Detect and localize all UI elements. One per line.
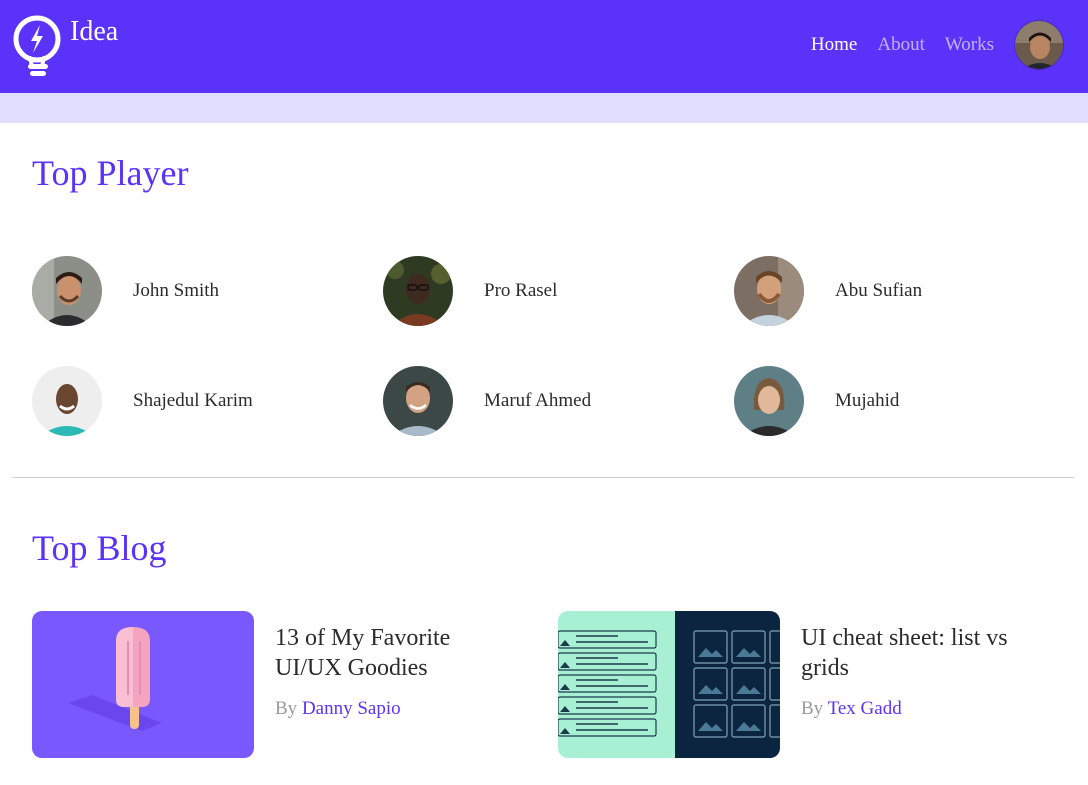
- blog-thumbnail[interactable]: [558, 611, 780, 758]
- user-avatar[interactable]: [1014, 20, 1064, 70]
- player-name: Maruf Ahmed: [484, 390, 592, 411]
- header-band: [0, 93, 1088, 123]
- blog-title[interactable]: 13 of My Favorite UI/UX Goodies: [275, 623, 515, 683]
- brand-name: Idea: [70, 16, 119, 47]
- player-name: Mujahid: [835, 390, 900, 411]
- nav-home-link[interactable]: Home: [811, 34, 857, 56]
- blog-thumbnail[interactable]: [32, 611, 254, 758]
- player-card[interactable]: John Smith: [32, 256, 219, 326]
- player-photo-icon: [383, 256, 453, 326]
- player-name: Abu Sufian: [835, 280, 923, 301]
- player-photo-icon: [734, 366, 804, 436]
- brand[interactable]: [12, 14, 62, 78]
- popsicle-illustration-icon: [32, 611, 254, 758]
- top-blog-heading: Top Blog: [32, 528, 167, 568]
- list-vs-grid-illustration-icon: [558, 611, 780, 758]
- blog-byline: By Tex Gadd: [801, 698, 902, 720]
- nav-about-link[interactable]: About: [877, 34, 925, 56]
- player-name: Shajedul Karim: [133, 390, 253, 411]
- player-avatar: [383, 256, 453, 326]
- player-photo-icon: [734, 256, 804, 326]
- player-card[interactable]: Pro Rasel: [383, 256, 557, 326]
- player-avatar: [383, 366, 453, 436]
- player-card[interactable]: Abu Sufian: [734, 256, 922, 326]
- player-avatar: [32, 366, 102, 436]
- player-name: John Smith: [133, 280, 220, 301]
- byline-label: By: [801, 698, 828, 719]
- lightbulb-logo-icon: [13, 15, 61, 76]
- player-avatar: [734, 366, 804, 436]
- main-nav: Home About Works: [811, 34, 994, 56]
- blog-byline: By Danny Sapio: [275, 698, 401, 720]
- player-photo-icon: [32, 366, 102, 436]
- player-avatar: [734, 256, 804, 326]
- player-card[interactable]: Shajedul Karim: [32, 366, 253, 436]
- blog-author-link[interactable]: Danny Sapio: [302, 698, 401, 719]
- blog-title[interactable]: UI cheat sheet: list vs grids: [801, 623, 1041, 683]
- player-photo-icon: [32, 256, 102, 326]
- section-divider: [12, 477, 1074, 478]
- player-photo-icon: [383, 366, 453, 436]
- byline-label: By: [275, 698, 302, 719]
- user-avatar-photo-icon: [1015, 21, 1063, 69]
- top-navbar: Idea Home About Works: [0, 0, 1088, 93]
- player-avatar: [32, 256, 102, 326]
- top-player-heading: Top Player: [32, 153, 189, 193]
- nav-works-link[interactable]: Works: [945, 34, 994, 56]
- player-name: Pro Rasel: [484, 280, 558, 301]
- player-card[interactable]: Mujahid: [734, 366, 899, 436]
- player-card[interactable]: Maruf Ahmed: [383, 366, 591, 436]
- blog-author-link[interactable]: Tex Gadd: [828, 698, 902, 719]
